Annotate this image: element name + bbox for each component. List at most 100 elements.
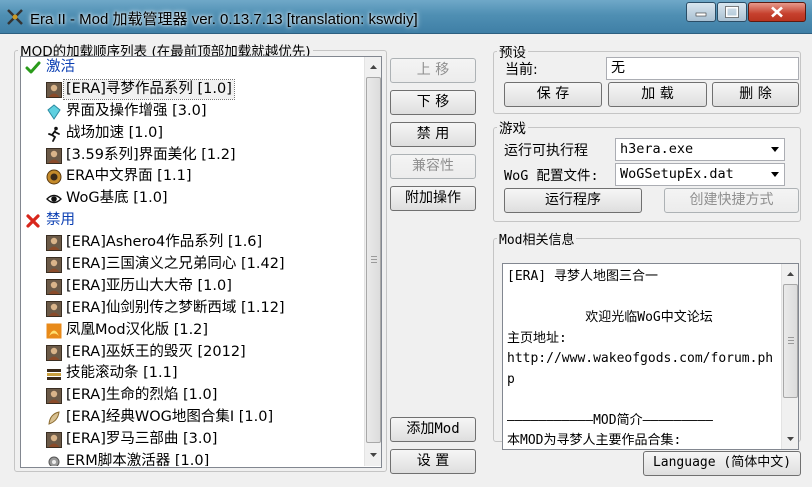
mod-list-item[interactable]: WoG基底 [1.0]	[21, 188, 371, 210]
mod-list-item[interactable]: [ERA]寻梦作品系列 [1.0]	[21, 78, 371, 101]
mod-item-label: 界面及操作增强 [3.0]	[66, 102, 207, 119]
portrait-icon	[46, 300, 62, 317]
preset-current-field[interactable]: 无	[606, 57, 799, 80]
window-title: Era II - Mod 加载管理器 ver. 0.13.7.13 [trans…	[30, 11, 418, 28]
move-down-button[interactable]: 下 移	[390, 90, 476, 115]
mod-group-label: 禁用	[46, 212, 75, 229]
bars-icon	[46, 366, 62, 382]
chevron-down-icon	[771, 172, 779, 177]
scroll-down-icon[interactable]	[366, 446, 381, 463]
mod-info-box[interactable]: [ERA] 寻梦人地图三合一 欢迎光临WoG中文论坛 主页地址: http://…	[502, 263, 799, 450]
wog-config-select[interactable]: WoGSetupEx.dat	[615, 163, 785, 186]
mod-list-scroll-thumb[interactable]	[366, 77, 381, 443]
save-preset-button[interactable]: 保 存	[504, 82, 602, 107]
mod-list-item[interactable]: [ERA]生命的烈焰 [1.0]	[21, 385, 371, 407]
gear-icon	[46, 454, 62, 466]
run-program-button[interactable]: 运行程序	[504, 188, 642, 213]
chevron-down-icon	[771, 147, 779, 152]
check-icon	[25, 60, 41, 76]
mod-list-item[interactable]: [ERA]三国演义之兄弟同心 [1.42]	[21, 254, 371, 276]
mod-list-item[interactable]: [ERA]亚历山大大帝 [1.0]	[21, 276, 371, 298]
exe-select-value: h3era.exe	[620, 141, 694, 157]
create-shortcut-button[interactable]: 创建快捷方式	[664, 188, 799, 213]
mod-item-label: [ERA]罗马三部曲 [3.0]	[66, 431, 218, 448]
mod-item-label: [ERA]巫妖王的毁灭 [2012]	[66, 343, 246, 360]
phoenix-icon	[46, 323, 62, 339]
mod-list-item[interactable]: 凤凰Mod汉化版 [1.2]	[21, 320, 371, 342]
portrait-icon	[46, 147, 62, 164]
mod-list-item[interactable]: ERM脚本激活器 [1.0]	[21, 451, 371, 466]
mod-item-label: 凤凰Mod汉化版 [1.2]	[66, 321, 209, 338]
scroll-up-icon[interactable]	[366, 59, 381, 76]
mod-item-label: [ERA]寻梦作品系列 [1.0]	[63, 78, 235, 100]
mod-info-scrollbar[interactable]	[781, 264, 798, 449]
mod-list-item[interactable]: [ERA]经典WOG地图合集Ⅰ [1.0]	[21, 407, 371, 429]
mod-item-label: [ERA]生命的烈焰 [1.0]	[66, 387, 218, 404]
extra-ops-button[interactable]: 附加操作	[390, 186, 476, 211]
delete-preset-button[interactable]: 删 除	[712, 82, 799, 107]
gem-icon	[46, 104, 62, 120]
mod-group-1[interactable]: 禁用	[21, 210, 371, 232]
add-mod-button[interactable]: 添加Mod	[390, 417, 476, 442]
mod-item-label: [ERA]亚历山大大帝 [1.0]	[66, 277, 232, 294]
mod-info-group: Mod相关信息 [ERA] 寻梦人地图三合一 欢迎光临WoG中文论坛 主页地址:…	[493, 229, 801, 450]
preset-legend: 预设	[499, 45, 526, 61]
mod-item-label: 战场加速 [1.0]	[66, 124, 163, 141]
mod-list-item[interactable]: 界面及操作增强 [3.0]	[21, 101, 371, 123]
mod-item-label: ERM脚本激活器 [1.0]	[66, 453, 210, 466]
move-up-button[interactable]: 上 移	[390, 58, 476, 83]
scroll-up-icon[interactable]	[783, 266, 798, 283]
portrait-icon	[46, 235, 62, 252]
maximize-icon	[725, 6, 739, 18]
load-preset-button[interactable]: 加 载	[608, 82, 707, 107]
title-bar: Era II - Mod 加载管理器 ver. 0.13.7.13 [trans…	[0, 0, 812, 34]
mod-item-label: [ERA]Ashero4作品系列 [1.6]	[66, 234, 263, 251]
mod-list-scrollbar[interactable]	[364, 57, 381, 466]
mod-listbox[interactable]: 激活 [ERA]寻梦作品系列 [1.0] 界面及操作增强 [3.0] 战场加速 [1.…	[20, 56, 382, 468]
mod-item-label: 技能滚动条 [1.1]	[66, 365, 178, 382]
mod-item-label: [3.59系列]界面美化 [1.2]	[66, 146, 236, 163]
language-button[interactable]: Language (简体中文)	[643, 451, 801, 476]
main-window: MOD的加载顺序列表 (在最前顶部加载就越优先) 激活 [ERA]寻梦作品系列 […	[5, 35, 807, 482]
mod-list-item[interactable]: 战场加速 [1.0]	[21, 123, 371, 145]
compat-button[interactable]: 兼容性	[390, 154, 476, 179]
mod-info-text: [ERA] 寻梦人地图三合一 欢迎光临WoG中文论坛 主页地址: http://…	[507, 269, 774, 448]
mod-info-scroll-thumb[interactable]	[783, 284, 798, 398]
portrait-icon	[46, 81, 62, 98]
close-icon	[771, 6, 783, 18]
scroll-down-icon[interactable]	[783, 430, 798, 447]
shield-icon	[46, 169, 62, 185]
portrait-icon	[46, 388, 62, 405]
mod-list-item[interactable]: [ERA]仙剑别传之梦断西域 [1.12]	[21, 298, 371, 320]
close-button[interactable]	[748, 2, 806, 22]
mod-list-item[interactable]: [ERA]Ashero4作品系列 [1.6]	[21, 232, 371, 254]
mod-list-item[interactable]: [3.59系列]界面美化 [1.2]	[21, 145, 371, 167]
preset-current-label: 当前:	[505, 62, 538, 78]
mod-item-label: WoG基底 [1.0]	[66, 190, 168, 207]
scroll-grip-icon	[788, 337, 794, 345]
game-legend: 游戏	[499, 121, 526, 137]
mod-list-item[interactable]: [ERA]巫妖王的毁灭 [2012]	[21, 342, 371, 364]
app-icon	[7, 9, 23, 25]
feather-icon	[46, 410, 62, 426]
mod-list-rows: 激活 [ERA]寻梦作品系列 [1.0] 界面及操作增强 [3.0] 战场加速 [1.…	[21, 57, 371, 466]
scroll-grip-icon	[371, 256, 377, 264]
disable-button[interactable]: 禁 用	[390, 122, 476, 147]
minimize-button[interactable]	[686, 2, 716, 22]
mod-group-0[interactable]: 激活	[21, 57, 371, 79]
mod-item-label: ERA中文界面 [1.1]	[66, 168, 192, 185]
settings-button[interactable]: 设 置	[390, 449, 476, 474]
mod-list-item[interactable]: ERA中文界面 [1.1]	[21, 166, 371, 188]
portrait-icon	[46, 278, 62, 295]
mod-list-item[interactable]: 技能滚动条 [1.1]	[21, 363, 371, 385]
portrait-icon	[46, 257, 62, 274]
mod-list-item[interactable]: [ERA]罗马三部曲 [3.0]	[21, 429, 371, 451]
exe-select[interactable]: h3era.exe	[615, 138, 785, 161]
mod-group-label: 激活	[46, 59, 75, 75]
mod-item-label: [ERA]仙剑别传之梦断西域 [1.12]	[66, 299, 285, 316]
mod-item-label: [ERA]经典WOG地图合集Ⅰ [1.0]	[66, 409, 274, 426]
portrait-icon	[46, 432, 62, 449]
maximize-button[interactable]	[717, 2, 747, 22]
exe-label: 运行可执行程	[504, 143, 588, 159]
wog-config-select-value: WoGSetupEx.dat	[620, 166, 734, 182]
